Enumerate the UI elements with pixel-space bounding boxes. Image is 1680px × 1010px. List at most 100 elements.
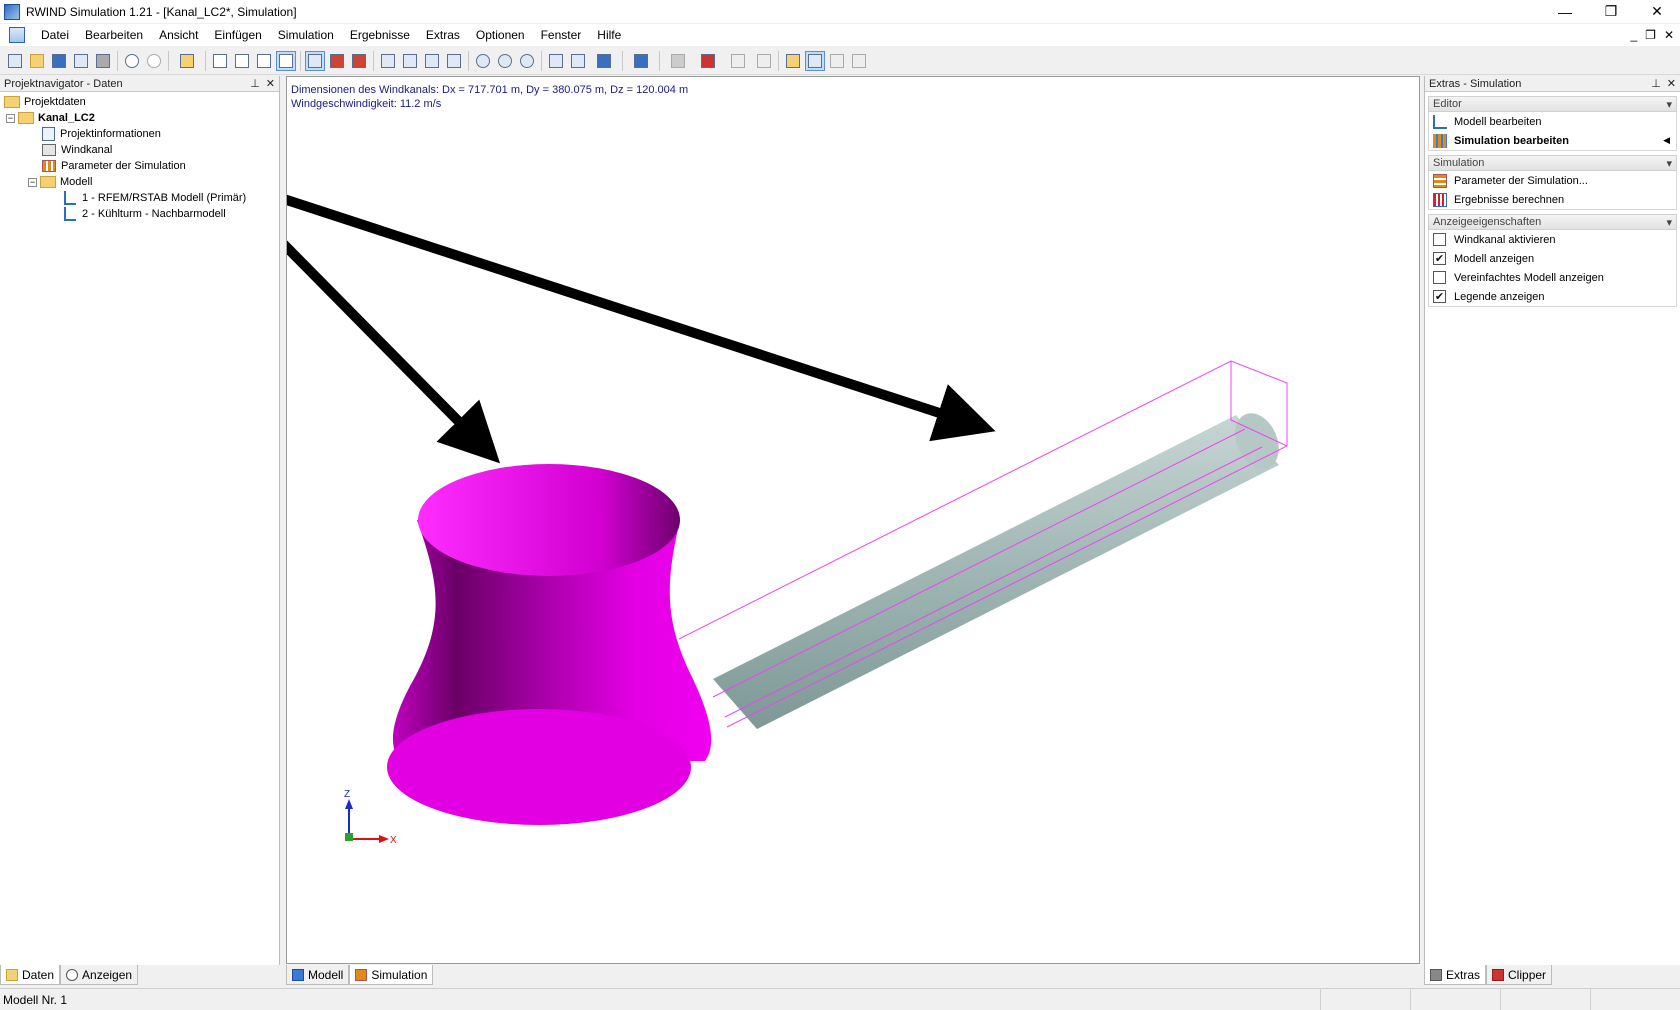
tree-item-parameter[interactable]: Parameter der Simulation <box>0 158 279 174</box>
layers-icon[interactable] <box>754 51 774 71</box>
3d-viewport[interactable]: Z X Dimensionen des Windkanals: Dx = 717… <box>286 76 1420 964</box>
status-cell <box>1500 989 1590 1010</box>
project-navigator: Projektnavigator - Daten ⊥ ✕ Projektdate… <box>0 76 280 965</box>
color-scheme-icon[interactable] <box>694 51 722 71</box>
option-windkanal[interactable]: Windkanal aktivieren <box>1429 230 1676 249</box>
checkbox[interactable] <box>1433 271 1446 284</box>
caret-left-icon: ◀ <box>1663 135 1670 145</box>
zoom-window-icon[interactable] <box>400 51 420 71</box>
crosshair-icon[interactable] <box>254 51 274 71</box>
menu-extras[interactable]: Extras <box>418 24 468 46</box>
tab-modell[interactable]: Modell <box>286 965 350 985</box>
tab-clipper[interactable]: Clipper <box>1486 965 1553 985</box>
calculate-results-item[interactable]: Ergebnisse berechnen <box>1429 190 1676 209</box>
legend-icon[interactable] <box>783 51 803 71</box>
pin-icon[interactable]: ⊥ <box>1651 77 1661 90</box>
menu-bearbeiten[interactable]: Bearbeiten <box>77 24 151 46</box>
menu-optionen[interactable]: Optionen <box>468 24 533 46</box>
menu-datei[interactable]: Datei <box>33 24 77 46</box>
rotate-z-icon[interactable] <box>517 51 537 71</box>
flow-icon[interactable] <box>724 51 752 71</box>
close-button[interactable]: ✕ <box>1634 0 1680 23</box>
grid-icon[interactable] <box>210 51 230 71</box>
edit-model-item[interactable]: Modell bearbeiten <box>1429 112 1676 131</box>
chevron-down-icon[interactable]: ▾ <box>1666 98 1672 111</box>
tab-daten[interactable]: Daten <box>0 965 61 985</box>
restore-button[interactable]: ❐ <box>1588 0 1634 23</box>
chevron-down-icon[interactable]: ▾ <box>1666 157 1672 170</box>
tab-anzeigen[interactable]: Anzeigen <box>60 965 139 985</box>
menu-hilfe[interactable]: Hilfe <box>589 24 629 46</box>
move-icon[interactable] <box>327 51 347 71</box>
pan-icon[interactable] <box>305 50 325 71</box>
collapse-icon[interactable]: − <box>6 113 15 123</box>
tree-item-windkanal[interactable]: Windkanal <box>0 142 279 158</box>
annotation-arrow-pipe <box>287 194 996 442</box>
option-vereinfacht[interactable]: Vereinfachtes Modell anzeigen <box>1429 268 1676 287</box>
table-icon[interactable] <box>827 51 847 71</box>
chevron-down-icon[interactable]: ▾ <box>1666 216 1672 229</box>
display-section-header[interactable]: Anzeigeeigenschaften ▾ <box>1428 214 1677 230</box>
menu-einfuegen[interactable]: Einfügen <box>206 24 269 46</box>
edit-simulation-item[interactable]: Simulation bearbeiten ◀ <box>1429 131 1676 150</box>
menu-simulation[interactable]: Simulation <box>270 24 342 46</box>
zoom-extent-icon[interactable] <box>444 51 464 71</box>
checkbox[interactable]: ✔ <box>1433 290 1446 303</box>
mdi-minimize-button[interactable]: _ <box>1630 28 1637 42</box>
mdi-close-button[interactable]: ✕ <box>1664 28 1674 42</box>
tree-item-model-1[interactable]: 1 - RFEM/RSTAB Modell (Primär) <box>0 190 279 206</box>
zoom-all-icon[interactable] <box>378 51 398 71</box>
frame-icon[interactable] <box>276 50 296 71</box>
select-tool-icon[interactable] <box>173 51 201 71</box>
simulation-section-header[interactable]: Simulation ▾ <box>1428 155 1677 171</box>
menu-ansicht[interactable]: Ansicht <box>151 24 206 46</box>
open-folder-icon[interactable] <box>27 51 47 71</box>
collapse-icon[interactable]: − <box>28 177 37 187</box>
title-bar: RWIND Simulation 1.21 - [Kanal_LC2*, Sim… <box>0 0 1680 23</box>
option-legende[interactable]: ✔ Legende anzeigen <box>1429 287 1676 306</box>
pin-icon[interactable]: ⊥ <box>250 77 260 90</box>
pipe-body <box>713 415 1279 729</box>
menu-fenster[interactable]: Fenster <box>533 24 590 46</box>
rotate-icon[interactable] <box>349 51 369 71</box>
close-icon[interactable]: ✕ <box>1667 77 1676 90</box>
simulation-icon <box>1433 133 1447 148</box>
model-view-icon[interactable] <box>805 50 825 71</box>
tree-item-projektinformationen[interactable]: Projektinformationen <box>0 126 279 142</box>
scene-canvas[interactable]: Z X <box>287 77 1419 963</box>
display-model-icon[interactable] <box>627 51 655 71</box>
option-modell[interactable]: ✔ Modell anzeigen <box>1429 249 1676 268</box>
checkbox[interactable] <box>1433 233 1446 246</box>
mdi-restore-button[interactable]: ❐ <box>1645 28 1656 42</box>
settings-icon[interactable] <box>849 51 869 71</box>
menu-ergebnisse[interactable]: Ergebnisse <box>342 24 418 46</box>
document-icon[interactable] <box>9 27 25 43</box>
save-icon[interactable] <box>49 51 69 71</box>
print-preview-icon[interactable] <box>71 51 91 71</box>
editor-section-header[interactable]: Editor ▾ <box>1428 96 1677 112</box>
snap-icon[interactable] <box>232 51 252 71</box>
redo-icon[interactable] <box>144 51 164 71</box>
zoom-icon[interactable] <box>422 51 442 71</box>
tree-item-modell[interactable]: − Modell <box>0 174 279 190</box>
close-icon[interactable]: ✕ <box>266 77 275 90</box>
new-file-icon[interactable] <box>5 51 25 71</box>
tree-item-projektdaten[interactable]: Projektdaten <box>0 94 279 110</box>
simulation-parameters-item[interactable]: Parameter der Simulation... <box>1429 171 1676 190</box>
view-direction-icon[interactable] <box>590 51 618 71</box>
cooling-tower-model[interactable] <box>387 464 712 825</box>
tab-simulation[interactable]: Simulation <box>349 965 434 985</box>
render-mode-icon[interactable] <box>664 51 692 71</box>
print-icon[interactable] <box>93 51 113 71</box>
undo-icon[interactable] <box>122 51 142 71</box>
rotate-y-icon[interactable] <box>495 51 515 71</box>
tab-extras[interactable]: Extras <box>1424 965 1487 985</box>
pipe-model[interactable] <box>678 360 1288 729</box>
tree-item-model-2[interactable]: 2 - Kühlturm - Nachbarmodell <box>0 206 279 222</box>
view-iso-icon[interactable] <box>546 51 566 71</box>
rotate-x-icon[interactable] <box>473 51 493 71</box>
view-3d-icon[interactable] <box>568 51 588 71</box>
minimize-button[interactable]: — <box>1542 0 1588 23</box>
tree-item-kanal[interactable]: − Kanal_LC2 <box>0 110 279 126</box>
checkbox[interactable]: ✔ <box>1433 252 1446 265</box>
